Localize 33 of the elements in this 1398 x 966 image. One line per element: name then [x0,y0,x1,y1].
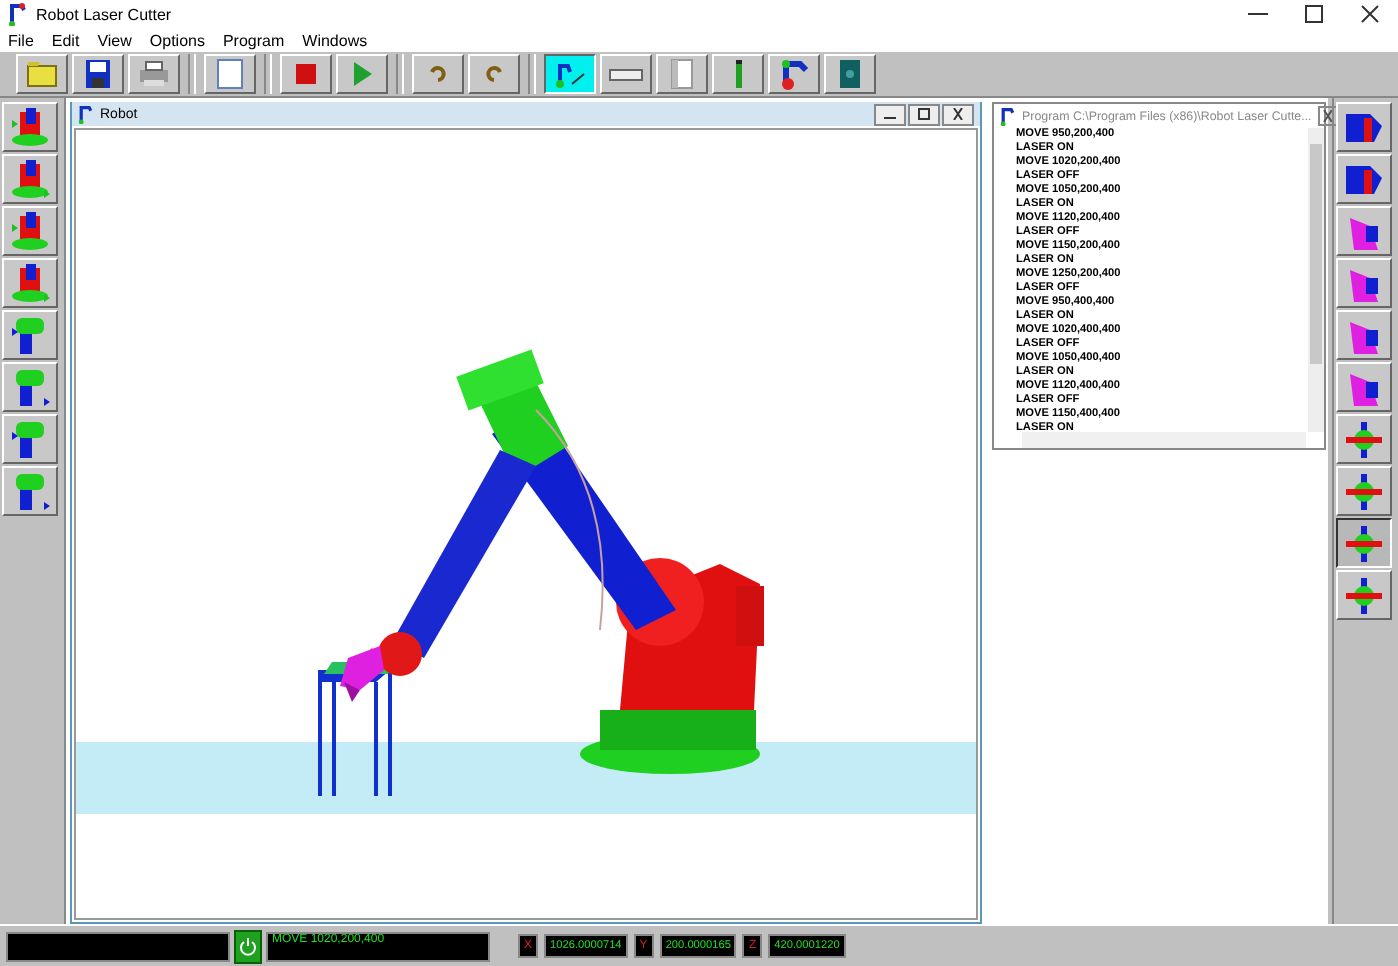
horizontal-scrollbar[interactable] [1022,432,1306,448]
blank-page-icon [212,56,248,92]
pen-icon [733,58,743,90]
printer-icon [136,56,172,92]
robot-app-icon [78,104,94,124]
toolbar-button[interactable] [544,54,596,94]
robot-app-icon [8,2,28,26]
robot-pose-icon [1342,469,1386,513]
menu-item[interactable]: View [97,31,132,49]
slot-icon [608,67,644,81]
maximize-icon[interactable] [908,103,940,125]
robot-pose-icon [1342,573,1386,617]
robot-pose-icon [1342,417,1386,461]
menu-item[interactable]: Options [149,31,205,49]
power-icon [238,936,258,956]
robot-pose-icon [8,157,52,201]
vertical-scrollbar[interactable] [1308,128,1324,432]
robot-arm-icon [776,56,812,92]
robot-pose-icon [1342,521,1386,565]
menu-item[interactable]: Program [222,31,285,49]
close-icon[interactable] [942,103,974,125]
palette-button[interactable] [1336,518,1392,568]
folder-icon [24,56,60,92]
robot-pose-icon [8,209,52,253]
menu-item[interactable]: Edit [51,31,80,49]
menu-item[interactable]: File [8,31,34,49]
robot-pose-icon [8,261,52,305]
robot-app-icon [1000,106,1016,126]
robot-pose-icon [8,105,52,149]
menu-item[interactable]: Windows [302,31,368,49]
power-button[interactable] [234,929,262,963]
window-title: Robot Laser Cutter [36,5,172,23]
minimize-icon[interactable] [874,103,906,125]
